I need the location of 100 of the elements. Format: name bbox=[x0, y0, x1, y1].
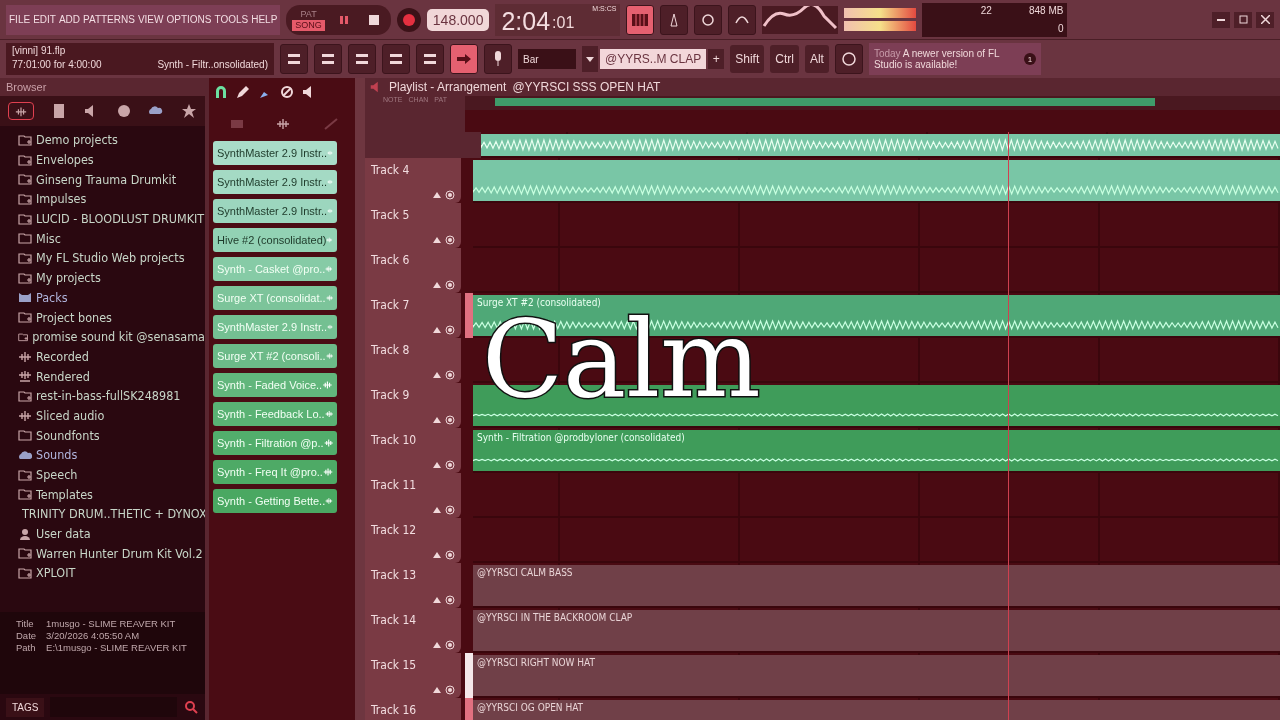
pattern-clip[interactable]: @YYRSCI OG OPEN HAT bbox=[473, 700, 1280, 720]
minimize-button[interactable] bbox=[1212, 11, 1230, 28]
microphone-button[interactable] bbox=[484, 44, 512, 74]
browser-item[interactable]: Demo projects bbox=[36, 132, 118, 148]
track-name[interactable]: Track 10 bbox=[371, 433, 417, 447]
maximize-button[interactable] bbox=[1234, 11, 1252, 28]
pattern-clip[interactable]: @YYRSCI CALM BASS bbox=[473, 565, 1280, 606]
record-toggle-icon[interactable] bbox=[445, 235, 455, 245]
modifier-key[interactable]: Shift bbox=[730, 45, 765, 73]
up-arrow-icon[interactable] bbox=[433, 642, 441, 648]
record-toggle-icon[interactable] bbox=[445, 550, 455, 560]
up-arrow-icon[interactable] bbox=[433, 552, 441, 558]
overview-bar[interactable] bbox=[465, 96, 1280, 110]
browser-item[interactable]: rest-in-bass-fullSK248981 bbox=[36, 388, 181, 404]
keys-button[interactable] bbox=[348, 44, 376, 74]
browser-item[interactable]: My projects bbox=[36, 270, 101, 286]
record-toggle-icon[interactable] bbox=[445, 370, 455, 380]
pencil-icon[interactable] bbox=[235, 84, 251, 100]
record-toggle-icon[interactable] bbox=[445, 505, 455, 515]
track-name[interactable]: Track 11 bbox=[371, 478, 417, 492]
tree-button[interactable] bbox=[280, 44, 308, 74]
channel-clip[interactable]: SynthMaster 2.9 Instr.. bbox=[213, 140, 337, 165]
modifier-key[interactable]: Ctrl bbox=[770, 45, 799, 73]
up-arrow-icon[interactable] bbox=[433, 192, 441, 198]
up-arrow-icon[interactable] bbox=[433, 597, 441, 603]
menu-item[interactable]: FILE bbox=[9, 14, 31, 25]
up-arrow-icon[interactable] bbox=[433, 687, 441, 693]
browser-item[interactable]: Project bones bbox=[36, 309, 112, 325]
up-arrow-icon[interactable] bbox=[433, 327, 441, 333]
globe-icon[interactable] bbox=[115, 103, 132, 119]
up-arrow-icon[interactable] bbox=[433, 417, 441, 423]
record-toggle-icon[interactable] bbox=[445, 280, 455, 290]
caret-icon[interactable] bbox=[582, 46, 598, 72]
menu-item[interactable]: EDIT bbox=[33, 14, 56, 25]
playlist-button[interactable] bbox=[382, 44, 410, 74]
pattern-clip[interactable]: @YYRSCI IN THE BACKROOM CLAP bbox=[473, 610, 1280, 651]
menu-item[interactable]: HELP bbox=[251, 14, 278, 25]
browser-item[interactable]: Envelopes bbox=[36, 152, 94, 168]
menu-item[interactable]: TOOLS bbox=[214, 14, 249, 25]
track-name[interactable]: Track 13 bbox=[371, 568, 417, 582]
browser-item[interactable]: Soundfonts bbox=[36, 427, 100, 443]
record-toggle-icon[interactable] bbox=[445, 595, 455, 605]
browser-item[interactable]: Packs bbox=[36, 289, 68, 305]
mode-toggle[interactable]: PAT bbox=[297, 8, 320, 20]
browser-item[interactable]: Rendered bbox=[36, 368, 90, 384]
browser-item[interactable]: Templates bbox=[36, 486, 93, 502]
track-name[interactable]: Track 7 bbox=[371, 298, 410, 312]
help-button[interactable] bbox=[834, 44, 863, 74]
star-icon[interactable] bbox=[180, 103, 197, 119]
samples-tab[interactable] bbox=[8, 102, 35, 120]
browser-item[interactable]: Recorded bbox=[36, 348, 89, 364]
add-pattern-button[interactable]: + bbox=[708, 49, 725, 69]
menu-item[interactable]: PATTERNS bbox=[83, 14, 135, 25]
pattern-clip[interactable]: @YYRSCI RIGHT NOW HAT bbox=[473, 655, 1280, 696]
track-name[interactable]: Track 15 bbox=[371, 658, 417, 672]
pause-button[interactable] bbox=[338, 14, 349, 25]
mute-icon[interactable] bbox=[279, 84, 295, 100]
track-name[interactable]: Track 9 bbox=[371, 388, 410, 402]
record-button[interactable] bbox=[396, 7, 421, 32]
mode-toggle[interactable]: SONG bbox=[292, 19, 325, 31]
stop-button[interactable] bbox=[368, 14, 379, 25]
pattern-title[interactable]: @YYRSCI SSS OPEN HAT bbox=[512, 80, 661, 94]
search-icon[interactable] bbox=[183, 699, 199, 715]
record-toggle-icon[interactable] bbox=[445, 640, 455, 650]
up-arrow-icon[interactable] bbox=[433, 237, 441, 243]
record-toggle-icon[interactable] bbox=[445, 190, 455, 200]
track-name[interactable]: Track 12 bbox=[371, 523, 417, 537]
modifier-key[interactable]: Alt bbox=[804, 45, 829, 73]
up-arrow-icon[interactable] bbox=[433, 282, 441, 288]
piano-button[interactable] bbox=[626, 4, 655, 35]
track-name[interactable]: Track 6 bbox=[371, 253, 410, 267]
waveform-icon[interactable] bbox=[276, 116, 292, 132]
menu-item[interactable]: VIEW bbox=[137, 14, 164, 25]
record-toggle-icon[interactable] bbox=[445, 460, 455, 470]
browser-item[interactable]: Ginseng Trauma Drumkit bbox=[36, 171, 177, 187]
browser-item[interactable]: Sliced audio bbox=[36, 407, 105, 423]
record-toggle-icon[interactable] bbox=[445, 685, 455, 695]
tags-button[interactable]: TAGS bbox=[6, 697, 45, 717]
arrow-button[interactable] bbox=[450, 44, 478, 74]
snap-dropdown[interactable]: Bar bbox=[518, 49, 576, 69]
magnet-icon[interactable] bbox=[213, 84, 229, 100]
pattern-selector[interactable]: @YYRS..M CLAP bbox=[600, 49, 707, 69]
rack-button[interactable] bbox=[314, 44, 342, 74]
up-arrow-icon[interactable] bbox=[433, 462, 441, 468]
browser-item[interactable]: Misc bbox=[36, 230, 61, 246]
up-arrow-icon[interactable] bbox=[433, 507, 441, 513]
tempo-field[interactable]: 148.000 bbox=[426, 8, 490, 31]
track-name[interactable]: Track 8 bbox=[371, 343, 410, 357]
channel-clip[interactable]: Hive #2 (consolidated) bbox=[213, 227, 337, 252]
wave-button[interactable] bbox=[728, 4, 757, 35]
record-toggle-icon[interactable] bbox=[445, 415, 455, 425]
channel-clip[interactable]: SynthMaster 2.9 Instr.. bbox=[213, 198, 337, 223]
browser-item[interactable]: XPLOIT bbox=[36, 565, 76, 581]
browser-item[interactable]: Warren Hunter Drum Kit Vol.2 bbox=[36, 545, 203, 561]
up-arrow-icon[interactable] bbox=[433, 372, 441, 378]
close-button[interactable] bbox=[1256, 11, 1274, 28]
track-name[interactable]: Track 14 bbox=[371, 613, 417, 627]
track-name[interactable]: Track 4 bbox=[371, 163, 410, 177]
track-name[interactable]: Track 5 bbox=[371, 208, 410, 222]
browser-item[interactable]: Sounds bbox=[36, 447, 78, 463]
